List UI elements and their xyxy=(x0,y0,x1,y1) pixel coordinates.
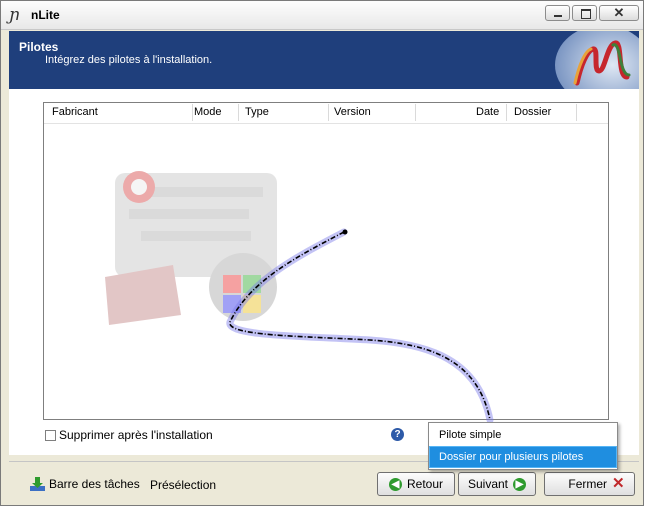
minimize-icon xyxy=(554,15,562,17)
column-divider[interactable] xyxy=(328,104,329,121)
close-icon: ✕ xyxy=(613,5,625,20)
download-arrow-icon xyxy=(30,477,45,491)
next-button[interactable]: Suivant ▶ xyxy=(458,472,536,496)
close-window-button[interactable]: ✕ xyxy=(599,5,639,21)
window-title: nLite xyxy=(31,8,60,22)
list-header: Fabricant Mode Type Version Date Dossier xyxy=(44,103,608,124)
page-subtitle: Intégrez des pilotes à l'installation. xyxy=(45,54,213,66)
close-button-label: Fermer xyxy=(568,477,608,491)
menu-item-single-driver[interactable]: Pilote simple xyxy=(430,425,616,445)
taskbar-label: Barre des tâches xyxy=(49,477,140,491)
nlite-logo-icon xyxy=(555,31,639,89)
taskbar-link[interactable]: Barre des tâches xyxy=(29,476,140,492)
column-divider[interactable] xyxy=(576,104,577,121)
column-header-type[interactable]: Type xyxy=(245,106,269,118)
maximize-button[interactable] xyxy=(572,5,597,21)
nlite-app-icon: ɲ xyxy=(9,5,20,25)
column-divider[interactable] xyxy=(238,104,239,121)
back-button[interactable]: ◀ Retour xyxy=(377,472,455,496)
title-bar: ɲ nLite ✕ xyxy=(1,1,643,30)
add-driver-menu: Pilote simple Dossier pour plusieurs pil… xyxy=(428,422,618,470)
column-header-version[interactable]: Version xyxy=(334,106,371,118)
minimize-button[interactable] xyxy=(545,5,570,21)
column-divider[interactable] xyxy=(506,104,507,121)
column-header-fabricant[interactable]: Fabricant xyxy=(52,106,98,118)
red-x-icon: ✕ xyxy=(612,475,625,492)
delete-after-install-option[interactable]: Supprimer après l'installation xyxy=(45,428,213,442)
column-header-date[interactable]: Date xyxy=(476,106,499,118)
menu-item-multiple-drivers-folder[interactable]: Dossier pour plusieurs pilotes xyxy=(429,446,617,468)
next-button-label: Suivant xyxy=(467,477,509,491)
help-icon[interactable]: ? xyxy=(391,428,404,441)
delete-after-install-checkbox[interactable] xyxy=(45,429,56,441)
column-header-dossier[interactable]: Dossier xyxy=(514,106,551,118)
column-header-mode[interactable]: Mode xyxy=(194,106,222,118)
page-title: Pilotes xyxy=(19,40,59,54)
back-arrow-icon: ◀ xyxy=(388,477,402,491)
window-controls: ✕ xyxy=(545,5,639,21)
column-divider[interactable] xyxy=(415,104,416,121)
next-arrow-icon: ▶ xyxy=(513,477,527,491)
page-header: Pilotes Intégrez des pilotes à l'install… xyxy=(9,31,639,89)
watermark-logo-icon xyxy=(105,171,277,325)
maximize-icon xyxy=(581,9,591,19)
preset-link[interactable]: Présélection xyxy=(150,478,216,492)
delete-after-install-label: Supprimer après l'installation xyxy=(59,428,213,442)
column-divider[interactable] xyxy=(192,104,193,121)
content-panel: Fabricant Mode Type Version Date Dossier xyxy=(9,89,639,455)
close-button[interactable]: Fermer ✕ xyxy=(544,472,635,496)
back-button-label: Retour xyxy=(406,477,444,491)
